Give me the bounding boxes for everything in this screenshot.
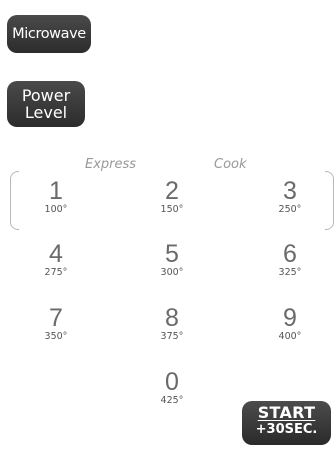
key-digit: 4 — [49, 240, 63, 268]
key-temp: 100° — [44, 204, 68, 215]
key-digit: 3 — [283, 177, 297, 205]
key-3[interactable]: 3 250° — [270, 177, 310, 216]
key-5[interactable]: 5 300° — [152, 240, 192, 279]
key-digit: 1 — [49, 177, 63, 205]
key-digit: 6 — [283, 240, 297, 268]
key-temp: 350° — [44, 331, 68, 342]
start-label: START — [257, 403, 316, 422]
key-temp: 400° — [278, 331, 302, 342]
key-digit: 9 — [283, 304, 297, 332]
start-button[interactable]: START +30SEC. — [242, 401, 331, 445]
key-temp: 425° — [160, 395, 184, 406]
key-temp: 275° — [44, 267, 68, 278]
express-cook-bracket-right — [325, 171, 334, 230]
key-digit: 8 — [165, 304, 179, 332]
microwave-button-label: Microwave — [12, 26, 86, 42]
key-temp: 300° — [160, 267, 184, 278]
key-temp: 375° — [160, 331, 184, 342]
cook-label: Cook — [214, 157, 247, 172]
key-7[interactable]: 7 350° — [36, 304, 76, 343]
express-cook-bracket-left — [10, 171, 19, 230]
key-digit: 2 — [165, 177, 179, 205]
key-2[interactable]: 2 150° — [152, 177, 192, 216]
key-4[interactable]: 4 275° — [36, 240, 76, 279]
key-digit: 0 — [165, 368, 179, 396]
microwave-button[interactable]: Microwave — [7, 15, 91, 53]
add-30-sec-label: +30SEC. — [255, 422, 318, 437]
key-0[interactable]: 0 425° — [152, 368, 192, 407]
key-1[interactable]: 1 100° — [36, 177, 76, 216]
power-level-label-line2: Level — [24, 103, 68, 122]
key-6[interactable]: 6 325° — [270, 240, 310, 279]
power-level-label-line1: Power — [21, 86, 71, 105]
power-level-button[interactable]: Power Level — [7, 81, 85, 127]
key-temp: 325° — [278, 267, 302, 278]
key-8[interactable]: 8 375° — [152, 304, 192, 343]
key-temp: 150° — [160, 204, 184, 215]
key-9[interactable]: 9 400° — [270, 304, 310, 343]
key-temp: 250° — [278, 204, 302, 215]
key-digit: 7 — [49, 304, 63, 332]
express-label: Express — [85, 157, 137, 172]
key-digit: 5 — [165, 240, 179, 268]
